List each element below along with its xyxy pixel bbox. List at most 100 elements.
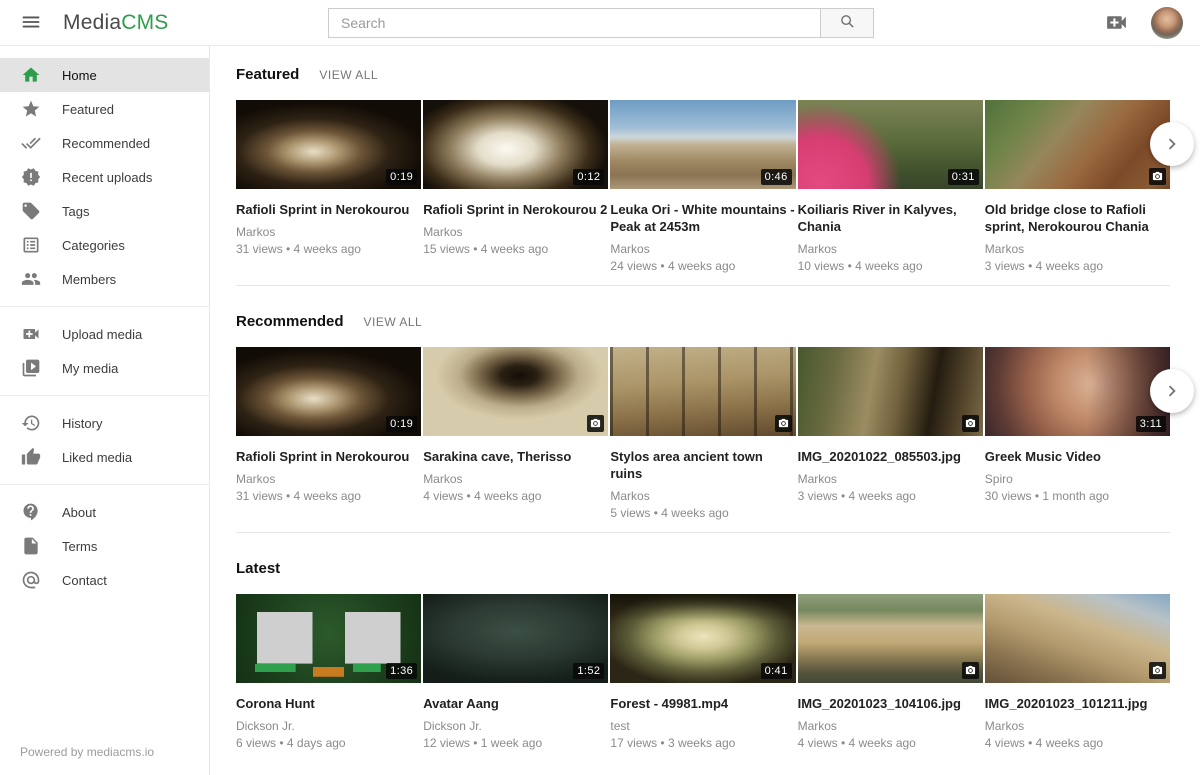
media-card[interactable]: 1:36Corona HuntDickson Jr.6 views • 4 da… bbox=[236, 594, 421, 750]
media-thumbnail[interactable] bbox=[985, 100, 1170, 189]
media-author[interactable]: Markos bbox=[423, 472, 608, 486]
search-input[interactable] bbox=[328, 8, 820, 38]
media-thumbnail[interactable] bbox=[798, 594, 983, 683]
media-thumbnail[interactable]: 0:31 bbox=[798, 100, 983, 189]
logo[interactable]: MediaCMS bbox=[63, 11, 168, 35]
sidebar-item-categories[interactable]: Categories bbox=[0, 228, 209, 262]
sidebar-item-label: History bbox=[62, 416, 102, 431]
media-author[interactable]: Markos bbox=[798, 719, 983, 733]
media-card[interactable]: 0:31 Koiliaris River in Kalyves, Chania Ma… bbox=[798, 100, 983, 273]
media-thumbnail[interactable] bbox=[423, 347, 608, 436]
next-arrow-button[interactable] bbox=[1150, 369, 1194, 413]
sidebar-item-upload-media[interactable]: Upload media bbox=[0, 317, 209, 351]
media-title[interactable]: Rafioli Sprint in Nerokourou bbox=[236, 201, 421, 218]
sidebar-item-recent-uploads[interactable]: Recent uploads bbox=[0, 160, 209, 194]
media-thumbnail[interactable]: 1:52 bbox=[423, 594, 608, 683]
search-form bbox=[328, 8, 874, 38]
media-thumbnail[interactable]: 0:12 bbox=[423, 100, 608, 189]
media-card[interactable]: 0:12 Rafioli Sprint in Nerokourou 2 Markos… bbox=[423, 100, 608, 273]
media-meta: 10 views • 4 weeks ago bbox=[798, 259, 983, 273]
media-title[interactable]: Corona Hunt bbox=[236, 695, 421, 712]
media-card[interactable]: 0:19Rafioli Sprint in NerokourouMarkos31… bbox=[236, 347, 421, 520]
media-title[interactable]: Old bridge close to Rafioli sprint, Nero… bbox=[985, 201, 1170, 235]
media-thumbnail[interactable]: 3:11 bbox=[985, 347, 1170, 436]
media-author[interactable]: Markos bbox=[798, 472, 983, 486]
sidebar-item-tags[interactable]: Tags bbox=[0, 194, 209, 228]
sidebar-item-label: Recent uploads bbox=[62, 170, 152, 185]
media-author[interactable]: Dickson Jr. bbox=[423, 719, 608, 733]
view-all-link[interactable]: VIEW ALL bbox=[319, 68, 378, 82]
sidebar-item-members[interactable]: Members bbox=[0, 262, 209, 296]
media-thumbnail[interactable] bbox=[610, 347, 795, 436]
media-title[interactable]: Leuka Ori - White mountains - Peak at 24… bbox=[610, 201, 795, 235]
camera-icon bbox=[965, 418, 976, 429]
sidebar-item-about[interactable]: About bbox=[0, 495, 209, 529]
sidebar-item-label: Featured bbox=[62, 102, 114, 117]
media-card[interactable]: 0:46 Leuka Ori - White mountains - Peak a… bbox=[610, 100, 795, 273]
header-upload-media-button[interactable] bbox=[1103, 10, 1129, 36]
media-title[interactable]: Rafioli Sprint in Nerokourou bbox=[236, 448, 421, 465]
media-title[interactable]: IMG_20201022_085503.jpg bbox=[798, 448, 983, 465]
media-thumbnail[interactable] bbox=[985, 594, 1170, 683]
media-author[interactable]: Markos bbox=[610, 242, 795, 256]
media-author[interactable]: Markos bbox=[610, 489, 795, 503]
sidebar-item-featured[interactable]: Featured bbox=[0, 92, 209, 126]
sidebar-item-recommended[interactable]: Recommended bbox=[0, 126, 209, 160]
user-avatar[interactable] bbox=[1151, 7, 1183, 39]
view-all-link[interactable]: VIEW ALL bbox=[364, 315, 423, 329]
media-thumbnail[interactable] bbox=[798, 347, 983, 436]
sidebar-item-liked-media[interactable]: Liked media bbox=[0, 440, 209, 474]
media-author[interactable]: Markos bbox=[423, 225, 608, 239]
media-title[interactable]: Greek Music Video bbox=[985, 448, 1170, 465]
photo-type-badge bbox=[775, 415, 792, 432]
media-thumbnail[interactable]: 0:19 bbox=[236, 347, 421, 436]
media-meta: 24 views • 4 weeks ago bbox=[610, 259, 795, 273]
media-thumbnail[interactable]: 0:19 bbox=[236, 100, 421, 189]
card-row: 1:36Corona HuntDickson Jr.6 views • 4 da… bbox=[236, 594, 1170, 750]
categories-icon bbox=[21, 235, 41, 255]
media-thumbnail[interactable]: 0:41 bbox=[610, 594, 795, 683]
media-meta: 3 views • 4 weeks ago bbox=[798, 489, 983, 503]
media-title[interactable]: Sarakina cave, Therisso bbox=[423, 448, 608, 465]
media-author[interactable]: test bbox=[610, 719, 795, 733]
media-card[interactable]: Old bridge close to Rafioli sprint, Nero… bbox=[985, 100, 1170, 273]
sidebar-item-home[interactable]: Home bbox=[0, 58, 209, 92]
media-author[interactable]: Spiro bbox=[985, 472, 1170, 486]
next-arrow-button[interactable] bbox=[1150, 122, 1194, 166]
search-button[interactable] bbox=[820, 8, 874, 38]
media-meta: 4 views • 4 weeks ago bbox=[798, 736, 983, 750]
media-title[interactable]: Koiliaris River in Kalyves, Chania bbox=[798, 201, 983, 235]
at-email-icon bbox=[21, 570, 41, 590]
media-author[interactable]: Markos bbox=[985, 242, 1170, 256]
media-card[interactable]: 1:52Avatar AangDickson Jr.12 views • 1 w… bbox=[423, 594, 608, 750]
media-card[interactable]: IMG_20201023_101211.jpgMarkos4 views • 4… bbox=[985, 594, 1170, 750]
media-thumbnail[interactable]: 0:46 bbox=[610, 100, 795, 189]
media-title[interactable]: IMG_20201023_101211.jpg bbox=[985, 695, 1170, 712]
media-card[interactable]: 0:41Forest - 49981.mp4test17 views • 3 w… bbox=[610, 594, 795, 750]
media-card[interactable]: 3:11Greek Music VideoSpiro30 views • 1 m… bbox=[985, 347, 1170, 520]
media-author[interactable]: Markos bbox=[236, 225, 421, 239]
section-recommended: RecommendedVIEW ALL0:19Rafioli Sprint in… bbox=[236, 313, 1170, 533]
media-card[interactable]: Stylos area ancient town ruins Markos 5 vi… bbox=[610, 347, 795, 520]
sidebar-item-my-media[interactable]: My media bbox=[0, 351, 209, 385]
media-card[interactable]: 0:19Rafioli Sprint in NerokourouMarkos31… bbox=[236, 100, 421, 273]
media-title[interactable]: Forest - 49981.mp4 bbox=[610, 695, 795, 712]
media-card[interactable]: IMG_20201022_085503.jpg Markos 3 views • 4… bbox=[798, 347, 983, 520]
media-title[interactable]: Stylos area ancient town ruins bbox=[610, 448, 795, 482]
media-title[interactable]: Avatar Aang bbox=[423, 695, 608, 712]
media-title[interactable]: Rafioli Sprint in Nerokourou 2 bbox=[423, 201, 608, 218]
powered-by-text: Powered by mediacms.io bbox=[0, 745, 209, 775]
media-author[interactable]: Dickson Jr. bbox=[236, 719, 421, 733]
media-thumbnail[interactable]: 1:36 bbox=[236, 594, 421, 683]
media-author[interactable]: Markos bbox=[236, 472, 421, 486]
sidebar-item-history[interactable]: History bbox=[0, 406, 209, 440]
media-title[interactable]: IMG_20201023_104106.jpg bbox=[798, 695, 983, 712]
media-author[interactable]: Markos bbox=[798, 242, 983, 256]
media-meta: 5 views • 4 weeks ago bbox=[610, 506, 795, 520]
menu-button[interactable] bbox=[19, 11, 43, 35]
media-card[interactable]: Sarakina cave, TherissoMarkos4 views • 4… bbox=[423, 347, 608, 520]
media-author[interactable]: Markos bbox=[985, 719, 1170, 733]
sidebar-item-contact[interactable]: Contact bbox=[0, 563, 209, 597]
sidebar-item-terms[interactable]: Terms bbox=[0, 529, 209, 563]
media-card[interactable]: IMG_20201023_104106.jpg Markos 4 views • 4… bbox=[798, 594, 983, 750]
